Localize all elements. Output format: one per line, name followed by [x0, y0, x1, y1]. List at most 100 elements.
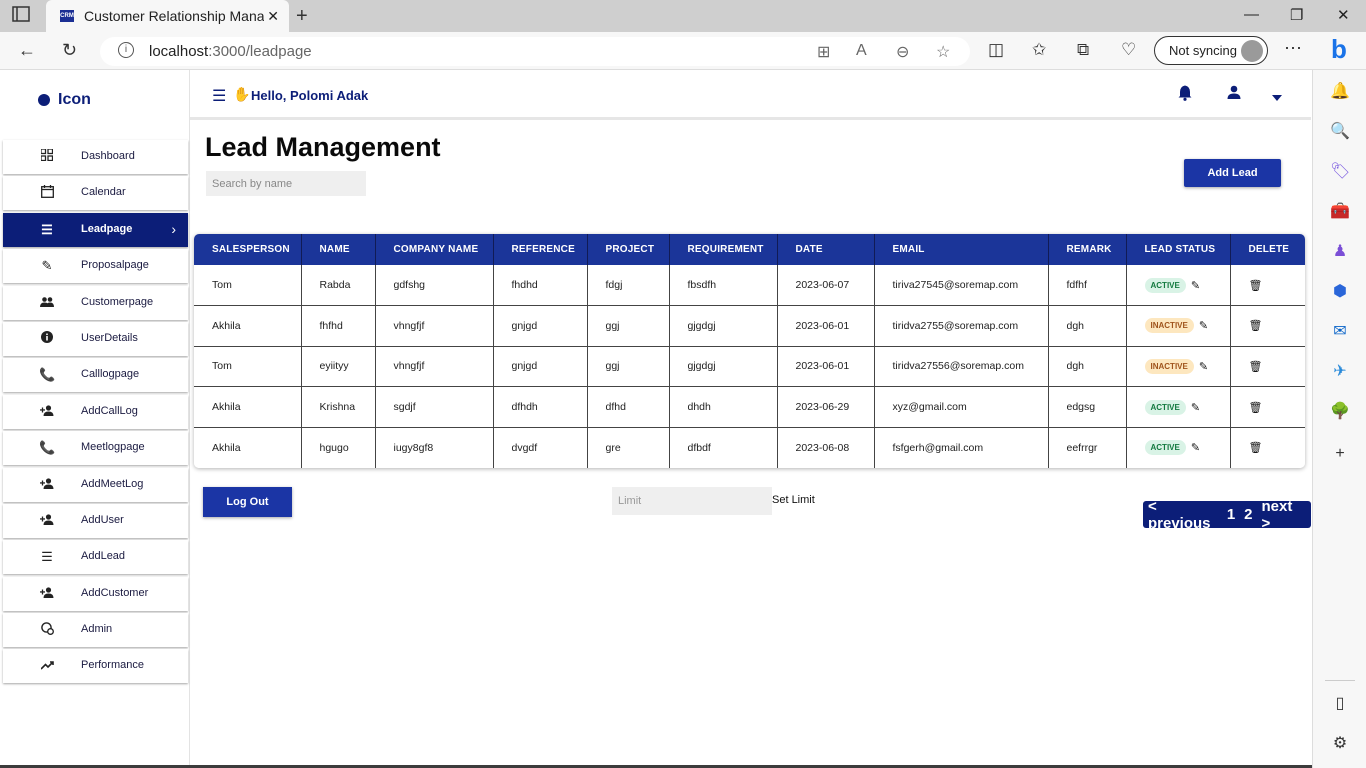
back-icon[interactable]: ← [18, 40, 36, 61]
limit-input[interactable] [612, 487, 772, 515]
profile-sync-button[interactable]: Not syncing [1154, 36, 1268, 65]
delete-trash-icon[interactable]: 🗑 [1249, 320, 1263, 332]
app-available-icon[interactable]: ⊞ [817, 42, 830, 62]
search-input[interactable] [206, 171, 366, 196]
refresh-icon[interactable]: ↻ [62, 40, 77, 61]
next-page-button[interactable]: next > [1262, 498, 1303, 532]
column-header[interactable]: NAME [301, 234, 376, 265]
read-aloud-icon[interactable]: A [856, 42, 867, 60]
sidebar-item-addcustomer[interactable]: AddCustomer [3, 576, 188, 611]
delete-trash-icon[interactable]: 🗑 [1249, 361, 1263, 373]
column-header[interactable]: REFERENCE [493, 234, 588, 265]
split-screen-icon[interactable]: ◫ [988, 40, 1004, 60]
page-2-button[interactable]: 2 [1244, 506, 1252, 523]
page-1-button[interactable]: 1 [1227, 506, 1235, 523]
favorites-icon[interactable]: ✩ [1032, 40, 1046, 60]
brand-logo[interactable]: Icon [38, 90, 91, 110]
column-header[interactable]: DATE [777, 234, 875, 265]
cell-project: gre [587, 427, 670, 468]
window-close-icon[interactable]: ✕ [1337, 6, 1350, 24]
column-header[interactable]: DELETE [1230, 234, 1305, 265]
shopping-tag-icon[interactable]: 🏷 [1330, 162, 1350, 182]
sidebar-item-meetlogpage[interactable]: 📞 Meetlogpage [3, 431, 188, 466]
delete-trash-icon[interactable]: 🗑 [1249, 442, 1263, 454]
column-header[interactable]: EMAIL [874, 234, 1049, 265]
cell-company: iugy8gf8 [375, 427, 494, 468]
minimize-icon[interactable]: — [1244, 6, 1259, 23]
delete-trash-icon[interactable]: 🗑 [1249, 280, 1263, 292]
site-info-icon[interactable]: i [118, 42, 134, 58]
hamburger-menu-icon[interactable]: ☰ [212, 86, 226, 106]
chevron-down-icon[interactable] [1272, 88, 1282, 106]
sidebar-item-addcalllog[interactable]: AddCallLog [3, 394, 188, 429]
tab-actions-icon[interactable] [12, 6, 34, 26]
sidebar-item-proposalpage[interactable]: ✎ Proposalpage [3, 249, 188, 284]
outlook-icon[interactable]: ✉ [1330, 322, 1350, 342]
sidebar-panel-icon[interactable]: ▯ [1330, 694, 1350, 714]
search-icon[interactable]: 🔍 [1330, 122, 1350, 142]
notification-bell-icon[interactable] [1178, 85, 1192, 106]
zoom-out-icon[interactable]: ⊖ [896, 42, 909, 62]
settings-gear-icon[interactable]: ⚙ [1330, 734, 1350, 754]
sidebar-item-customerpage[interactable]: Customerpage [3, 285, 188, 320]
add-lead-button[interactable]: Add Lead [1184, 159, 1281, 187]
tree-icon[interactable]: 🌳 [1330, 402, 1350, 422]
browser-essentials-icon[interactable]: ♡ [1121, 40, 1136, 60]
cell-reference: fhdhd [493, 265, 588, 307]
sidebar-item-addlead[interactable]: ☰ AddLead [3, 540, 188, 575]
bing-copilot-icon[interactable]: b [1324, 34, 1354, 66]
sidebar-item-label: AddMeetLog [81, 477, 144, 490]
cell-salesperson: Tom [194, 265, 302, 307]
send-icon[interactable]: ✈ [1330, 362, 1350, 382]
favorite-star-icon[interactable]: ☆ [936, 42, 950, 62]
edit-pencil-icon[interactable]: ✎ [1199, 360, 1208, 373]
restore-icon[interactable]: ❐ [1290, 6, 1303, 24]
app-sidebar: Icon Dashboard Calendar ☰ Leadpage › ✎ P… [0, 70, 190, 768]
more-options-icon[interactable]: ⋯ [1284, 38, 1302, 59]
edit-pencil-icon[interactable]: ✎ [1191, 401, 1200, 414]
column-header[interactable]: PROJECT [587, 234, 670, 265]
sidebar-item-performance[interactable]: Performance [3, 649, 188, 684]
sidebar-item-dashboard[interactable]: Dashboard [3, 140, 188, 174]
previous-page-button[interactable]: < previous [1148, 498, 1218, 532]
add-sidebar-app-icon[interactable]: + [1330, 444, 1350, 464]
cell-email: tiridva2755@soremap.com [874, 305, 1049, 347]
edit-pencil-icon[interactable]: ✎ [1199, 319, 1208, 332]
column-header[interactable]: SALESPERSON [194, 234, 302, 265]
column-header[interactable]: REMARK [1048, 234, 1127, 265]
sidebar-item-admin[interactable]: Admin [3, 613, 188, 648]
url-field[interactable]: i localhost:3000/leadpage ⊞ A ⊖ ☆ [100, 37, 970, 66]
sidebar-item-leadpage[interactable]: ☰ Leadpage › [3, 212, 188, 247]
person-add-icon [39, 404, 55, 420]
games-icon[interactable]: ♟ [1330, 242, 1350, 262]
column-header[interactable]: LEAD STATUS [1126, 234, 1231, 265]
notification-bell-icon[interactable]: 🔔 [1330, 82, 1350, 102]
new-tab-icon[interactable]: + [296, 5, 308, 28]
column-header[interactable]: REQUIREMENT [669, 234, 778, 265]
sidebar-item-adduser[interactable]: AddUser [3, 503, 188, 538]
sidebar-item-addmeetlog[interactable]: AddMeetLog [3, 467, 188, 502]
sidebar-item-label: Admin [81, 623, 113, 636]
collections-icon[interactable]: ⧉ [1077, 40, 1089, 60]
column-header[interactable]: COMPANY NAME [375, 234, 494, 265]
sidebar-item-label: AddUser [81, 513, 124, 526]
sidebar-item-calllogpage[interactable]: 📞 Calllogpage [3, 358, 188, 393]
list-icon: ☰ [41, 549, 53, 565]
user-profile-icon[interactable] [1227, 85, 1241, 104]
edit-pencil-icon[interactable]: ✎ [1191, 441, 1200, 454]
log-out-button[interactable]: Log Out [203, 487, 292, 517]
set-limit-button[interactable]: Set Limit [772, 494, 815, 506]
cell-email: fsfgerh@gmail.com [874, 427, 1049, 468]
sidebar-item-userdetails[interactable]: UserDetails [3, 321, 188, 356]
delete-trash-icon[interactable]: 🗑 [1249, 402, 1263, 414]
cell-remark: dgh [1048, 305, 1127, 347]
status-badge: INACTIVE [1144, 318, 1194, 334]
sidebar-item-calendar[interactable]: Calendar [3, 176, 188, 211]
microsoft-365-icon[interactable]: ⬢ [1330, 282, 1350, 302]
edit-pencil-icon[interactable]: ✎ [1191, 279, 1200, 292]
calendar-icon [39, 185, 55, 201]
tools-icon[interactable]: 🧰 [1330, 202, 1350, 222]
browser-tab[interactable]: CRM Customer Relationship Managem ✕ [46, 0, 289, 32]
phone-add-icon: 📞 [39, 367, 56, 383]
tab-close-icon[interactable]: ✕ [267, 8, 279, 25]
